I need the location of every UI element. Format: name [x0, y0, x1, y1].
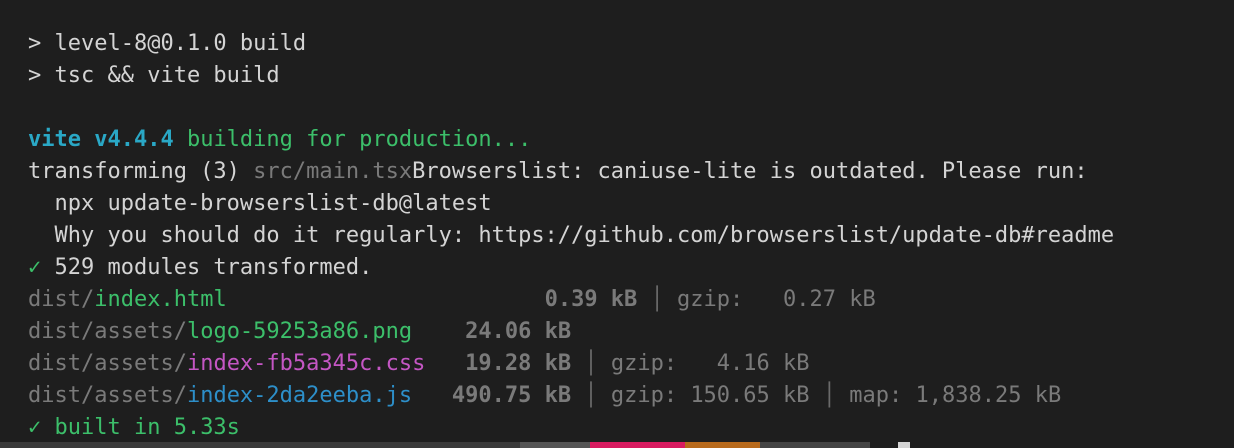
update-command-line: npx update-browserslist-db@latest	[28, 191, 492, 216]
status-bar-segment	[0, 442, 520, 448]
file-size: 24.06 kB	[465, 319, 572, 344]
vite-version: vite v4.4.4	[28, 127, 174, 152]
file-name: logo-59253a86.png	[186, 319, 413, 344]
status-bar-segment	[520, 442, 590, 448]
transforming-file: src/main.tsx	[253, 159, 413, 184]
modules-transformed-text: 529 modules transformed.	[41, 255, 373, 280]
file-name: index-2da2eeba.js	[186, 383, 413, 408]
status-bar-segment	[760, 442, 870, 448]
browserslist-warning: Browserslist: caniuse-lite is outdated. …	[412, 159, 1088, 184]
output-file-row: dist/index.html 0.39 kB │ gzip: 0.27 kB	[28, 287, 876, 312]
file-map: map: 1,838.25 kB	[849, 383, 1062, 408]
file-gzip: gzip: 0.27 kB	[677, 287, 876, 312]
command-line-2: > tsc && vite build	[28, 63, 280, 88]
built-time: built in 5.33s	[41, 415, 240, 440]
file-dir: dist/	[28, 287, 95, 312]
check-icon: ✓	[28, 255, 42, 280]
file-dir: dist/assets/	[28, 383, 187, 408]
file-gzip: gzip: 4.16 kB	[610, 351, 810, 376]
update-reason-line: Why you should do it regularly: https://…	[28, 223, 1115, 248]
status-bar-segment	[685, 442, 760, 448]
file-name: index-fb5a345c.css	[186, 351, 426, 376]
terminal-cursor	[898, 442, 910, 448]
file-dir: dist/assets/	[28, 351, 187, 376]
status-bar-segment	[590, 442, 685, 448]
vite-status: building for production...	[173, 127, 532, 152]
file-gzip: gzip: 150.65 kB	[610, 383, 810, 408]
built-line: ✓ built in 5.33s	[28, 412, 1234, 444]
output-file-row: dist/assets/index-fb5a345c.css 19.28 kB …	[28, 351, 810, 376]
output-file-row: dist/assets/index-2da2eeba.js 490.75 kB …	[28, 383, 1062, 408]
terminal-output: > level-8@0.1.0 build > tsc && vite buil…	[0, 0, 1234, 448]
transforming-prefix: transforming (3)	[28, 159, 254, 184]
file-name: index.html	[94, 287, 227, 312]
vite-build-line: vite v4.4.4 building for production...	[28, 124, 1234, 156]
file-dir: dist/assets/	[28, 319, 187, 344]
terminal-status-bar	[0, 442, 1234, 448]
file-size: 490.75 kB	[451, 383, 572, 408]
modules-transformed-line: ✓ 529 modules transformed.	[28, 252, 1234, 284]
file-size: 19.28 kB	[465, 351, 572, 376]
output-file-row: dist/assets/logo-59253a86.png 24.06 kB	[28, 316, 1234, 348]
file-size: 0.39 kB	[544, 287, 638, 312]
check-icon: ✓	[28, 415, 42, 440]
command-line-1: > level-8@0.1.0 build	[28, 31, 307, 56]
transforming-line: transforming (3) src/main.tsxBrowserslis…	[28, 156, 1234, 188]
